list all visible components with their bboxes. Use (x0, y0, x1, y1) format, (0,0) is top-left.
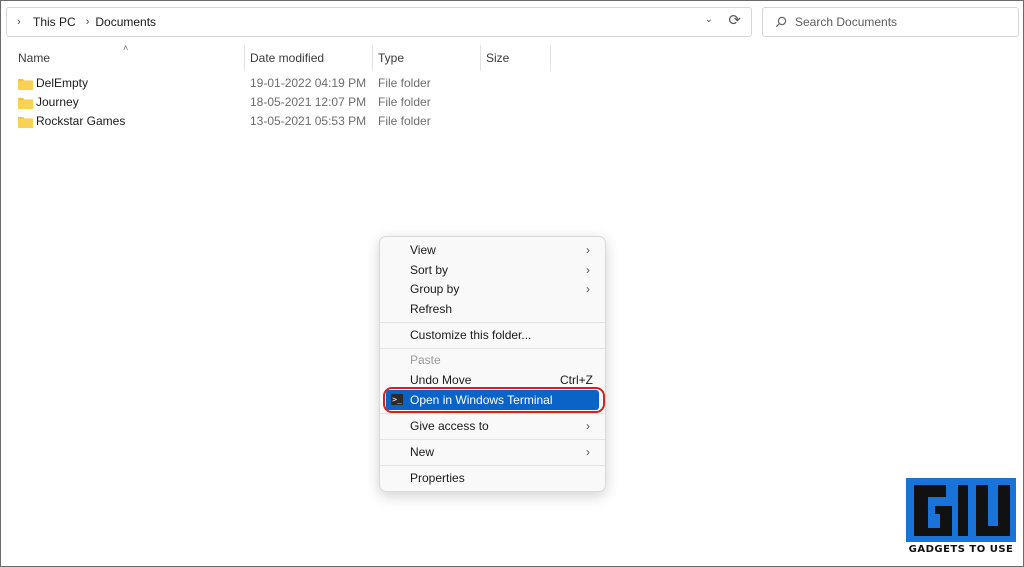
gadgets-to-use-logo: GADGETS TO USE (902, 476, 1020, 562)
menu-divider (380, 439, 605, 440)
chevron-down-icon[interactable]: ⌄ (705, 14, 713, 25)
menu-item-customize-folder[interactable]: Customize this folder... (386, 325, 599, 345)
menu-item-label: Give access to (410, 419, 489, 433)
logo-text: GADGETS TO USE (908, 544, 1014, 555)
search-input[interactable]: Search Documents (762, 7, 1019, 37)
file-type: File folder (378, 114, 431, 128)
folder-icon (18, 117, 33, 128)
annotation-highlight (383, 387, 605, 413)
column-header-size[interactable]: Size (486, 46, 509, 70)
menu-item-refresh[interactable]: Refresh (386, 299, 599, 319)
column-header-date[interactable]: Date modified (250, 46, 324, 70)
column-divider[interactable] (480, 45, 481, 71)
menu-divider (380, 348, 605, 349)
menu-item-properties[interactable]: Properties (386, 468, 599, 488)
file-type: File folder (378, 76, 431, 90)
folder-icon (18, 98, 33, 109)
menu-item-label: Group by (410, 282, 460, 296)
column-header-name[interactable]: Name (18, 46, 50, 70)
menu-item-view[interactable]: View › (386, 240, 599, 260)
menu-item-group-by[interactable]: Group by › (386, 279, 599, 299)
chevron-right-icon: › (586, 243, 590, 257)
menu-item-label: View (410, 243, 436, 257)
sort-ascending-icon: ˄ (123, 43, 129, 53)
menu-item-label: Refresh (410, 302, 453, 316)
column-header-type[interactable]: Type (378, 46, 404, 70)
file-type: File folder (378, 95, 431, 109)
folder-icon (18, 79, 33, 90)
menu-item-label: New (410, 445, 435, 459)
menu-item-paste: Paste (386, 350, 599, 370)
column-divider[interactable] (372, 45, 373, 71)
menu-divider (380, 465, 605, 466)
breadcrumb-documents[interactable]: Documents (95, 15, 156, 29)
list-item[interactable]: Journey 18-05-2021 12:07 PM File folder (0, 93, 560, 112)
menu-item-label: Customize this folder... (410, 328, 532, 342)
search-icon (775, 16, 787, 28)
menu-item-give-access[interactable]: Give access to › (386, 416, 599, 436)
file-date: 13-05-2021 05:53 PM (250, 114, 367, 128)
menu-item-label: Paste (410, 353, 441, 367)
list-item[interactable]: DelEmpty 19-01-2022 04:19 PM File folder (0, 74, 560, 93)
menu-divider (380, 322, 605, 323)
search-placeholder: Search Documents (795, 15, 898, 29)
chevron-right-icon[interactable]: › (86, 16, 90, 28)
file-date: 18-05-2021 12:07 PM (250, 95, 367, 109)
chevron-right-icon: › (586, 263, 590, 277)
list-item[interactable]: Rockstar Games 13-05-2021 05:53 PM File … (0, 112, 560, 131)
address-bar[interactable]: › This PC › Documents ⌄ ⟳ (6, 7, 752, 37)
chevron-right-icon: › (586, 282, 590, 296)
chevron-right-icon: › (586, 445, 590, 459)
menu-item-label: Properties (410, 471, 465, 485)
context-menu: View › Sort by › Group by › Refresh Cust… (379, 236, 606, 492)
file-name: DelEmpty (36, 76, 89, 90)
column-divider[interactable] (550, 45, 551, 71)
chevron-right-icon[interactable]: › (17, 16, 27, 28)
menu-item-label: Sort by (410, 263, 449, 277)
menu-item-sort-by[interactable]: Sort by › (386, 260, 599, 280)
menu-divider (380, 413, 605, 414)
refresh-icon[interactable]: ⟳ (728, 11, 741, 29)
chevron-right-icon: › (586, 419, 590, 433)
menu-item-new[interactable]: New › (386, 442, 599, 462)
breadcrumb-this-pc[interactable]: This PC (33, 15, 76, 29)
logo-mark-icon (906, 478, 1016, 542)
file-name: Journey (36, 95, 79, 109)
file-name: Rockstar Games (36, 114, 126, 128)
file-date: 19-01-2022 04:19 PM (250, 76, 367, 90)
column-divider[interactable] (244, 45, 245, 71)
